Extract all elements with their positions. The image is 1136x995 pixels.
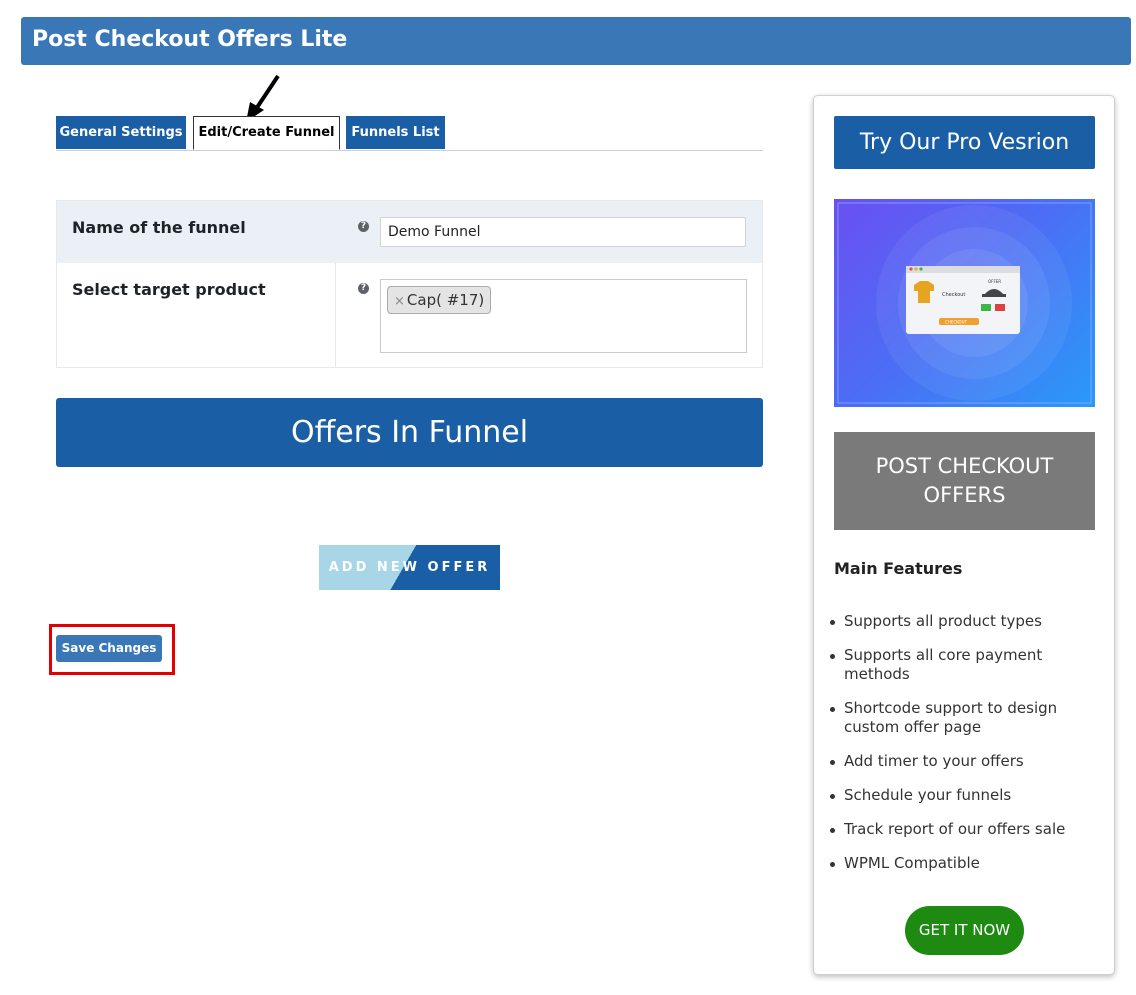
bullet-icon <box>830 862 835 867</box>
offers-title: Offers In Funnel <box>290 415 529 450</box>
list-item: Supports all product types <box>830 612 1090 631</box>
post-checkout-offers-box: POST CHECKOUT OFFERS <box>834 432 1095 530</box>
bullet-icon <box>830 760 835 765</box>
help-icon[interactable]: ? <box>358 221 369 232</box>
bullet-icon <box>830 620 835 625</box>
tab-edit-create-funnel[interactable]: Edit/Create Funnel <box>193 116 340 150</box>
feature-text: WPML Compatible <box>844 854 980 872</box>
list-item: Supports all core payment methods <box>830 646 1090 684</box>
selected-product-chip: × Cap( #17) <box>387 286 492 314</box>
funnel-name-label: Name of the funnel <box>72 218 246 237</box>
save-changes-button[interactable]: Save Changes <box>56 635 162 662</box>
feature-text: Supports all core payment methods <box>844 646 1043 683</box>
add-new-offer-button[interactable]: ADD NEW OFFER <box>319 545 500 590</box>
post-box-line2: OFFERS <box>923 483 1006 507</box>
funnel-name-input[interactable] <box>380 217 746 247</box>
tab-general-settings[interactable]: General Settings <box>56 116 186 149</box>
list-item: WPML Compatible <box>830 854 1090 873</box>
list-item: Shortcode support to design custom offer… <box>830 699 1090 737</box>
feature-text: Supports all product types <box>844 612 1042 630</box>
target-product-label: Select target product <box>72 280 266 299</box>
target-product-select[interactable]: × Cap( #17) <box>380 279 747 353</box>
promo-illustration-graphic: Checkout OFFER CHECKOUT <box>837 202 1092 404</box>
promo-checkout-button: CHECKOUT <box>945 320 968 325</box>
promo-checkout-text: Checkout <box>942 292 965 298</box>
features-title: Main Features <box>834 559 963 578</box>
funnel-form: Name of the funnel ? Select target produ… <box>56 200 763 368</box>
post-box-line1: POST CHECKOUT <box>875 454 1054 478</box>
try-pro-button[interactable]: Try Our Pro Vesrion <box>834 116 1095 169</box>
feature-text: Track report of our offers sale <box>844 820 1066 838</box>
list-item: Track report of our offers sale <box>830 820 1090 839</box>
feature-text: Add timer to your offers <box>844 752 1024 770</box>
help-icon[interactable]: ? <box>358 283 369 294</box>
bullet-icon <box>830 707 835 712</box>
tab-funnels-list[interactable]: Funnels List <box>346 116 445 149</box>
list-item: Add timer to your offers <box>830 752 1090 771</box>
form-row-target-product: Select target product ? × Cap( #17) <box>57 263 762 367</box>
bullet-icon <box>830 794 835 799</box>
bullet-icon <box>830 828 835 833</box>
feature-text: Shortcode support to design custom offer… <box>844 699 1058 736</box>
promo-offer-text: OFFER <box>988 279 1001 284</box>
promo-illustration: Checkout OFFER CHECKOUT <box>834 199 1095 407</box>
feature-text: Schedule your funnels <box>844 786 1012 804</box>
pointer-arrow-icon <box>246 74 280 122</box>
column-divider <box>335 263 336 367</box>
chip-remove-icon[interactable]: × <box>394 294 405 309</box>
list-item: Schedule your funnels <box>830 786 1090 805</box>
page-title: Post Checkout Offers Lite <box>32 27 348 52</box>
bullet-icon <box>830 654 835 659</box>
page-header: Post Checkout Offers Lite <box>21 17 1131 65</box>
features-list: Supports all product types Supports all … <box>830 612 1090 888</box>
chip-label: Cap( #17) <box>406 291 485 309</box>
tab-bar: General Settings Edit/Create Funnel Funn… <box>56 116 763 151</box>
pro-sidebar: Try Our Pro Vesrion Checkout OFFER CHECK… <box>813 95 1115 975</box>
form-row-funnel-name: Name of the funnel ? <box>57 201 762 263</box>
offers-section-banner: Offers In Funnel <box>56 398 763 467</box>
get-it-now-button[interactable]: GET IT NOW <box>905 906 1024 955</box>
